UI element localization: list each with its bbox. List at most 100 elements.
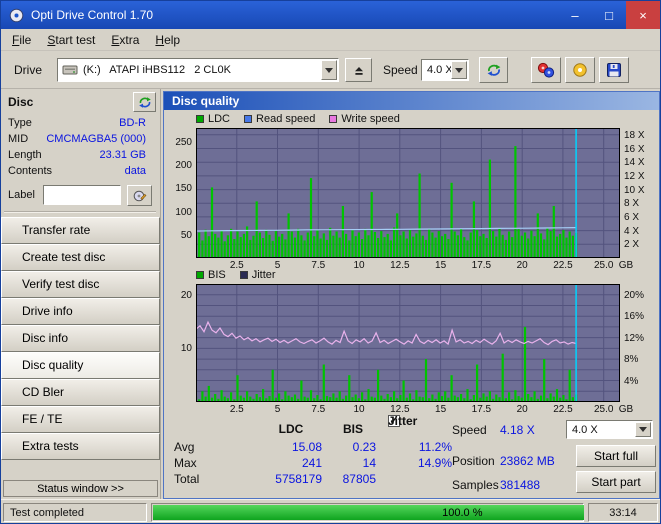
write-label-button[interactable]	[127, 185, 152, 206]
speed-select[interactable]: 4.0 X	[421, 59, 469, 81]
axis-tick-label: 16%	[624, 311, 645, 323]
test-speed-select-arrow[interactable]	[635, 422, 651, 437]
total-bis-value: 87805	[342, 472, 376, 486]
axis-tick-label: 16 X	[624, 143, 645, 155]
elapsed-time: 33:14	[588, 503, 658, 522]
legend-swatch	[196, 271, 204, 279]
disc-edit-icon	[133, 190, 146, 201]
sidebar-item-cd-bler[interactable]: CD Bler	[1, 379, 160, 406]
test-speed-select[interactable]: 4.0 X	[566, 420, 653, 439]
disc-quality-panel: Disc quality LDC Read speed Write speed 25…	[163, 91, 660, 499]
ldc-read-speed-chart: 250 200 150 100 50 18 X 16 X 14 X 12 X 10 X 8 X6 …	[166, 128, 659, 274]
disc-label-input[interactable]	[43, 185, 121, 205]
speed-select-arrow[interactable]	[451, 61, 467, 79]
axis-tick-label: 18 X	[624, 129, 645, 141]
menu-help[interactable]: Help	[147, 31, 188, 49]
sidebar-divider	[4, 211, 156, 213]
axis-tick-label: 20%	[624, 289, 645, 301]
legend-item-jitter: Jitter	[239, 269, 276, 281]
progress-percent: 100.0 %	[442, 507, 483, 519]
axis-tick-label: 8 X	[624, 198, 640, 210]
disc-label-caption: Label	[8, 189, 35, 201]
axis-tick-label: 7.5	[311, 260, 326, 271]
top-chart-right-axis: 18 X 16 X 14 X 12 X 10 X 8 X6 X 4 X 2 X	[622, 128, 660, 274]
axis-tick-label: 2.5	[229, 404, 244, 415]
refresh-disc-button[interactable]	[133, 92, 156, 112]
axis-tick-label: 250	[175, 136, 192, 148]
legend-label: LDC	[208, 113, 231, 125]
menu-extra[interactable]: Extra	[103, 31, 147, 49]
start-full-button[interactable]: Start full	[576, 445, 656, 467]
disc-length-label: Length	[8, 149, 42, 161]
max-ldc-value: 241	[301, 456, 322, 470]
axis-tick-label: 7.5	[311, 404, 326, 415]
window-title: Opti Drive Control 1.70	[31, 8, 154, 22]
avg-jitter-value: 11.2%	[418, 440, 452, 454]
app-icon	[9, 8, 24, 23]
samples-stat-label: Samples	[452, 478, 499, 492]
axis-tick-label: 200	[175, 160, 192, 172]
legend-label: Read speed	[256, 113, 316, 125]
axis-tick-label: 14 X	[624, 157, 645, 169]
legend-swatch	[244, 115, 253, 123]
utility-disc-icon	[573, 63, 587, 77]
bottom-chart-legend: BIS Jitter	[196, 268, 276, 282]
minimize-button[interactable]: –	[558, 1, 592, 29]
menu-file[interactable]: File	[4, 31, 39, 49]
menubar: File Start test Extra Help	[1, 29, 660, 51]
avg-row-label: Avg	[174, 440, 195, 454]
sidebar-item-disc-quality[interactable]: Disc quality	[1, 352, 160, 379]
drive-select-arrow[interactable]	[321, 60, 337, 80]
sidebar-item-create-test-disc[interactable]: Create test disc	[1, 244, 160, 271]
axis-tick-label: 22.5	[553, 260, 573, 271]
axis-tick-label: 2 X	[624, 239, 640, 251]
max-row-label: Max	[174, 456, 197, 470]
start-part-button[interactable]: Start part	[576, 471, 656, 493]
save-button[interactable]	[599, 57, 629, 83]
sidebar-item-disc-info[interactable]: Disc info	[1, 325, 160, 352]
axis-tick-label: 4%	[624, 375, 639, 387]
axis-tick-label: 25.0	[593, 404, 614, 415]
bottom-chart-plot	[196, 284, 620, 402]
compare-discs-button[interactable]	[531, 57, 561, 83]
sidebar: Disc Type BD-R MID CMCMAGBA5 (000) Lengt…	[1, 89, 161, 499]
disc-section-header: Disc	[8, 95, 34, 109]
samples-stat-value: 381488	[500, 478, 541, 492]
axis-tick-label: 10	[180, 343, 192, 355]
legend-item-read-speed: Read speed	[244, 113, 315, 125]
bis-column-header: BIS	[342, 422, 363, 436]
utility-button[interactable]	[565, 57, 595, 83]
axis-tick-label: 15	[435, 404, 447, 415]
titlebar: Opti Drive Control 1.70 – □ ×	[1, 1, 660, 29]
sidebar-item-fe-te[interactable]: FE / TE	[1, 406, 160, 433]
jitter-header-label: Jitter	[388, 414, 418, 428]
eject-button[interactable]	[345, 58, 372, 82]
sidebar-item-extra-tests[interactable]: Extra tests	[1, 433, 160, 460]
menu-start-test[interactable]: Start test	[39, 31, 103, 49]
sidebar-item-transfer-rate[interactable]: Transfer rate	[1, 217, 160, 244]
speed-stat-label: Speed	[452, 423, 487, 437]
disc-mid-row: MID CMCMAGBA5 (000)	[1, 133, 160, 148]
refresh-icon	[487, 64, 500, 76]
sidebar-item-drive-info[interactable]: Drive info	[1, 298, 160, 325]
app-window: Opti Drive Control 1.70 – □ × File Start…	[0, 0, 661, 524]
panel-caption: Disc quality	[164, 92, 659, 110]
disc-type-row: Type BD-R	[1, 117, 160, 132]
legend-label: BIS	[208, 269, 226, 281]
axis-tick-label: 5	[274, 404, 281, 415]
axis-tick-label: 20	[180, 289, 192, 301]
axis-tick-label: 12.5	[390, 260, 410, 271]
status-window-button[interactable]: Status window >>	[3, 480, 158, 497]
axis-tick-label: 8%	[624, 354, 639, 366]
axis-tick-label: 20	[516, 404, 528, 415]
drive-label: Drive	[14, 63, 43, 77]
close-button[interactable]: ×	[626, 1, 660, 29]
maximize-button[interactable]: □	[592, 1, 626, 29]
axis-tick-label: 4 X	[624, 225, 640, 237]
sidebar-item-verify-test-disc[interactable]: Verify test disc	[1, 271, 160, 298]
avg-bis-value: 0.23	[352, 440, 376, 454]
max-bis-value: 14	[362, 456, 376, 470]
legend-item-write-speed: Write speed	[329, 113, 400, 125]
refresh-speed-button[interactable]	[479, 57, 508, 83]
drive-select[interactable]: (K:) ATAPI iHBS112 2 CL0K	[57, 58, 339, 82]
